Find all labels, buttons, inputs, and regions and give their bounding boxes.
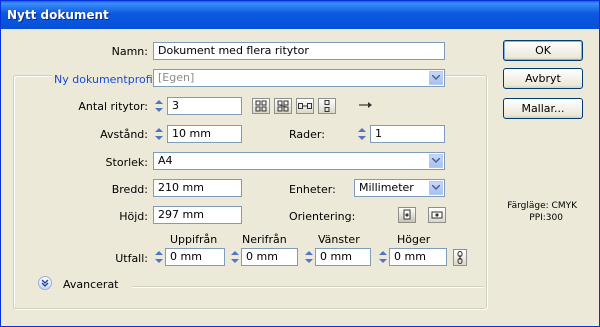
grid-by-row-icon[interactable] bbox=[252, 98, 270, 114]
arrow-right-icon[interactable] bbox=[357, 98, 375, 114]
cancel-button[interactable]: Avbryt bbox=[503, 68, 583, 89]
spacing-field[interactable]: 10 mm bbox=[167, 125, 242, 143]
window-title: Nytt dokument bbox=[7, 8, 109, 22]
bleed-bottom-label: Nerifrån bbox=[242, 233, 287, 246]
name-field[interactable]: Dokument med flera ritytor bbox=[153, 42, 445, 60]
chevron-down-icon bbox=[429, 154, 443, 168]
size-dropdown[interactable]: A4 bbox=[153, 152, 445, 170]
ppi-info: PPI:300 bbox=[529, 213, 563, 223]
bleed-left-field[interactable]: 0 mm bbox=[315, 248, 371, 266]
bleed-top-stepper[interactable] bbox=[153, 249, 165, 265]
artboards-stepper[interactable] bbox=[153, 98, 165, 114]
width-label: Bredd: bbox=[111, 183, 148, 196]
rows-stepper[interactable] bbox=[356, 126, 368, 142]
arrange-by-column-icon[interactable] bbox=[318, 98, 336, 114]
rows-field[interactable]: 1 bbox=[370, 125, 445, 143]
bleed-right-stepper[interactable] bbox=[377, 249, 389, 265]
bleed-top-field[interactable]: 0 mm bbox=[165, 248, 225, 266]
arrange-by-row-icon[interactable] bbox=[296, 98, 314, 114]
ok-button[interactable]: OK bbox=[503, 40, 583, 61]
grid-by-column-icon[interactable] bbox=[274, 98, 292, 114]
spacing-stepper[interactable] bbox=[153, 126, 165, 142]
rows-label: Rader: bbox=[289, 128, 325, 141]
chevron-down-icon bbox=[429, 181, 443, 195]
orientation-label: Orientering: bbox=[289, 210, 356, 223]
name-label: Namn: bbox=[111, 45, 148, 58]
height-field[interactable]: 297 mm bbox=[153, 206, 242, 224]
size-label: Storlek: bbox=[105, 156, 148, 169]
profile-value: [Egen] bbox=[158, 71, 195, 84]
height-label: Höjd: bbox=[119, 210, 148, 223]
bleed-right-field[interactable]: 0 mm bbox=[389, 248, 447, 266]
units-dropdown[interactable]: Millimeter bbox=[354, 179, 445, 197]
width-field[interactable]: 210 mm bbox=[153, 179, 242, 197]
profile-dropdown[interactable]: [Egen] bbox=[153, 69, 445, 87]
new-document-dialog: Nytt dokument Namn: Dokument med flera r… bbox=[0, 0, 600, 327]
color-mode-info: Färgläge: CMYK bbox=[507, 201, 577, 211]
chevron-down-icon bbox=[429, 71, 443, 85]
bleed-label: Utfall: bbox=[115, 252, 148, 265]
title-bar[interactable]: Nytt dokument bbox=[1, 1, 599, 29]
expand-advanced-icon[interactable] bbox=[38, 276, 52, 290]
bleed-bottom-stepper[interactable] bbox=[229, 249, 241, 265]
templates-button[interactable]: Mallar... bbox=[503, 98, 583, 119]
units-value: Millimeter bbox=[359, 181, 414, 194]
link-chain-icon[interactable] bbox=[453, 249, 467, 266]
spacing-label: Avstånd: bbox=[100, 128, 148, 141]
portrait-icon[interactable] bbox=[398, 207, 416, 223]
artboards-field[interactable]: 3 bbox=[167, 97, 242, 115]
landscape-icon[interactable] bbox=[428, 207, 446, 223]
advanced-divider bbox=[132, 286, 484, 288]
bleed-right-label: Höger bbox=[397, 233, 431, 246]
units-label: Enheter: bbox=[289, 183, 336, 196]
size-value: A4 bbox=[158, 154, 173, 167]
bleed-left-label: Vänster bbox=[318, 233, 360, 246]
bleed-bottom-field[interactable]: 0 mm bbox=[241, 248, 298, 266]
bleed-left-stepper[interactable] bbox=[303, 249, 315, 265]
artboards-label: Antal ritytor: bbox=[78, 100, 148, 113]
bleed-top-label: Uppifrån bbox=[170, 233, 218, 246]
profile-label: Ny dokumentprofil: bbox=[52, 73, 162, 86]
advanced-label: Avancerat bbox=[63, 278, 119, 291]
